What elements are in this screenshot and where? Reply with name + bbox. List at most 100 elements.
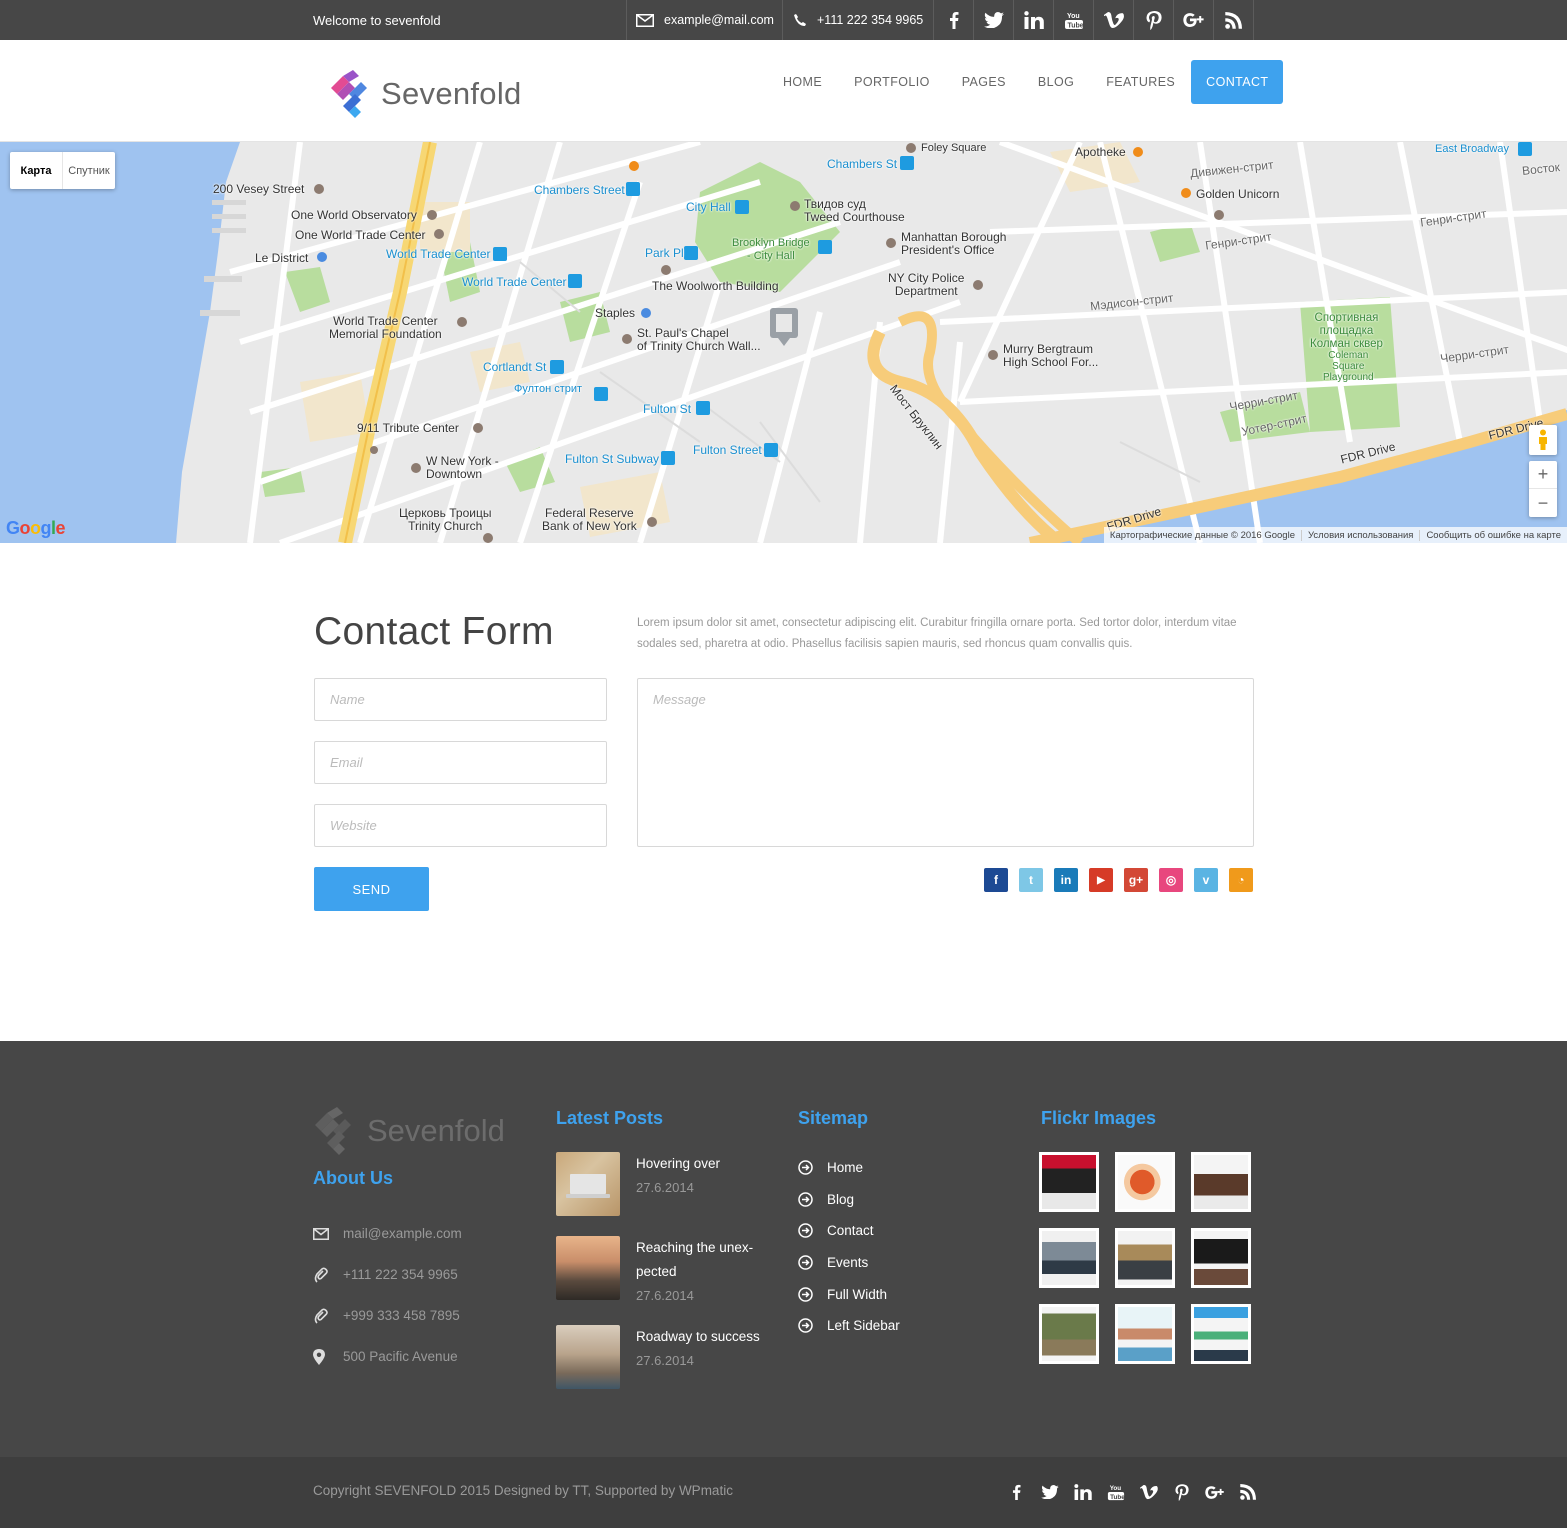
topbar-linkedin[interactable] bbox=[1013, 0, 1053, 40]
zoom-control: + − bbox=[1529, 461, 1557, 517]
footer-rss[interactable] bbox=[1231, 1477, 1264, 1507]
sitemap-link-full-width[interactable]: Full Width bbox=[798, 1278, 900, 1310]
zoom-out-button[interactable]: − bbox=[1529, 489, 1557, 517]
message-textarea[interactable] bbox=[637, 678, 1254, 847]
topbar-googleplus[interactable] bbox=[1173, 0, 1213, 40]
flickr-image[interactable] bbox=[1039, 1152, 1099, 1212]
topbar-divider bbox=[1253, 0, 1254, 40]
topbar-pinterest[interactable] bbox=[1133, 0, 1173, 40]
vimeo-icon[interactable]: v bbox=[1194, 868, 1218, 892]
nav-contact[interactable]: CONTACT bbox=[1191, 60, 1284, 104]
map-label: East Broadway bbox=[1435, 143, 1509, 155]
topbar-email[interactable]: example@mail.com bbox=[626, 0, 782, 40]
nav-portfolio[interactable]: PORTFOLIO bbox=[838, 60, 946, 104]
map-label: Cortlandt St bbox=[483, 360, 547, 374]
map-type-satellite[interactable]: Спутник bbox=[63, 152, 115, 189]
sitemap-link-home[interactable]: Home bbox=[798, 1152, 900, 1184]
linkedin-icon bbox=[1023, 11, 1044, 29]
flickr-image[interactable] bbox=[1039, 1228, 1099, 1288]
post-title[interactable]: Hovering over bbox=[636, 1152, 776, 1176]
street-view-pegman[interactable] bbox=[1529, 425, 1557, 455]
contact-intro-text: Lorem ipsum dolor sit amet, consectetur … bbox=[637, 617, 1237, 650]
nav-blog[interactable]: BLOG bbox=[1022, 60, 1090, 104]
facebook-icon[interactable]: f bbox=[984, 868, 1008, 892]
footer-pinterest[interactable] bbox=[1165, 1477, 1198, 1507]
sitemap-link-contact[interactable]: Contact bbox=[798, 1215, 900, 1247]
map-label: Manhattan Borough President's Office bbox=[901, 230, 1007, 257]
send-button[interactable]: SEND bbox=[314, 867, 429, 911]
latest-post[interactable]: Reaching the unex-pected 27.6.2014 bbox=[556, 1236, 776, 1308]
sitemap-link-left-sidebar[interactable]: Left Sidebar bbox=[798, 1310, 900, 1342]
topbar-twitter[interactable] bbox=[973, 0, 1013, 40]
sitemap-label: Home bbox=[827, 1160, 864, 1176]
about-phone-1[interactable]: +111 222 354 9965 bbox=[313, 1254, 462, 1295]
zoom-in-button[interactable]: + bbox=[1529, 461, 1557, 489]
map-label: Federal Reserve Bank of New York bbox=[542, 506, 637, 533]
footer-vimeo[interactable] bbox=[1132, 1477, 1165, 1507]
footer-social-links: You Tube bbox=[1000, 1477, 1264, 1507]
topbar-rss[interactable] bbox=[1213, 0, 1253, 40]
flickr-image[interactable] bbox=[1115, 1152, 1175, 1212]
pinterest-icon bbox=[1174, 1483, 1189, 1501]
arrow-circle-right-icon bbox=[798, 1160, 813, 1176]
latest-post[interactable]: Roadway to success 27.6.2014 bbox=[556, 1325, 776, 1389]
topbar-facebook[interactable] bbox=[933, 0, 973, 40]
flickr-image[interactable] bbox=[1115, 1228, 1175, 1288]
footer-googleplus[interactable] bbox=[1198, 1477, 1231, 1507]
post-title[interactable]: Roadway to success bbox=[636, 1325, 776, 1349]
nav-pages[interactable]: PAGES bbox=[946, 60, 1022, 104]
youtube-icon[interactable]: ▶ bbox=[1089, 868, 1113, 892]
post-title[interactable]: Reaching the unex-pected bbox=[636, 1236, 776, 1284]
topbar-vimeo[interactable] bbox=[1093, 0, 1133, 40]
twitter-icon[interactable]: t bbox=[1019, 868, 1043, 892]
footer-logo-text: Sevenfold bbox=[367, 1113, 505, 1148]
sitemap-label: Blog bbox=[827, 1191, 855, 1207]
flickr-image[interactable] bbox=[1191, 1228, 1251, 1288]
flickr-image[interactable] bbox=[1115, 1304, 1175, 1364]
nav-features[interactable]: FEATURES bbox=[1090, 60, 1191, 104]
map-report-link[interactable]: Сообщить об ошибке на карте bbox=[1419, 529, 1567, 541]
sitemap-link-events[interactable]: Events bbox=[798, 1247, 900, 1279]
email-input[interactable] bbox=[314, 741, 607, 784]
post-thumbnail[interactable] bbox=[556, 1236, 620, 1300]
footer-linkedin[interactable] bbox=[1066, 1477, 1099, 1507]
map-type-map[interactable]: Карта bbox=[10, 152, 63, 189]
google-map[interactable]: Карта Спутник 200 Vesey Street One World… bbox=[0, 142, 1567, 543]
post-date: 27.6.2014 bbox=[636, 1180, 694, 1195]
topbar-phone[interactable]: +111 222 354 9965 bbox=[782, 0, 933, 40]
map-data-credit: Картографические данные © 2016 Google bbox=[1109, 529, 1295, 541]
about-address: 500 Pacific Avenue bbox=[313, 1336, 462, 1377]
latest-posts-heading: Latest Posts bbox=[556, 1108, 664, 1128]
map-type-control: Карта Спутник bbox=[10, 152, 115, 189]
sitemap-link-blog[interactable]: Blog bbox=[798, 1184, 900, 1216]
post-thumbnail[interactable] bbox=[556, 1152, 620, 1216]
site-logo[interactable]: Sevenfold bbox=[329, 70, 522, 118]
name-input[interactable] bbox=[314, 678, 607, 721]
flickr-image[interactable] bbox=[1039, 1304, 1099, 1364]
footer-logo[interactable]: Sevenfold bbox=[313, 1107, 505, 1155]
nav-home[interactable]: HOME bbox=[767, 60, 838, 104]
post-date: 27.6.2014 bbox=[636, 1288, 694, 1303]
sitemap-label: Full Width bbox=[827, 1286, 888, 1302]
rss-icon[interactable]: ◔ bbox=[1229, 868, 1253, 892]
latest-post[interactable]: Hovering over 27.6.2014 bbox=[556, 1152, 776, 1216]
flickr-image[interactable] bbox=[1191, 1304, 1251, 1364]
website-input[interactable] bbox=[314, 804, 607, 847]
map-label: World Trade Center bbox=[462, 275, 567, 289]
arrow-circle-right-icon bbox=[798, 1223, 813, 1239]
about-email[interactable]: mail@example.com bbox=[313, 1213, 462, 1254]
post-thumbnail[interactable] bbox=[556, 1325, 620, 1389]
googleplus-icon[interactable]: g+ bbox=[1124, 868, 1148, 892]
linkedin-icon[interactable]: in bbox=[1054, 868, 1078, 892]
topbar-youtube[interactable]: You Tube bbox=[1053, 0, 1093, 40]
about-phone-2[interactable]: +999 333 458 7895 bbox=[313, 1295, 462, 1336]
map-label: The Woolworth Building bbox=[652, 279, 779, 293]
flickr-image[interactable] bbox=[1191, 1152, 1251, 1212]
footer-youtube[interactable]: You Tube bbox=[1099, 1477, 1132, 1507]
map-terms-link[interactable]: Условия использования bbox=[1300, 529, 1419, 541]
footer-twitter[interactable] bbox=[1033, 1477, 1066, 1507]
footer-facebook[interactable] bbox=[1000, 1477, 1033, 1507]
dribbble-icon[interactable]: ◎ bbox=[1159, 868, 1183, 892]
vimeo-icon bbox=[1103, 11, 1124, 28]
vimeo-icon bbox=[1139, 1484, 1158, 1499]
